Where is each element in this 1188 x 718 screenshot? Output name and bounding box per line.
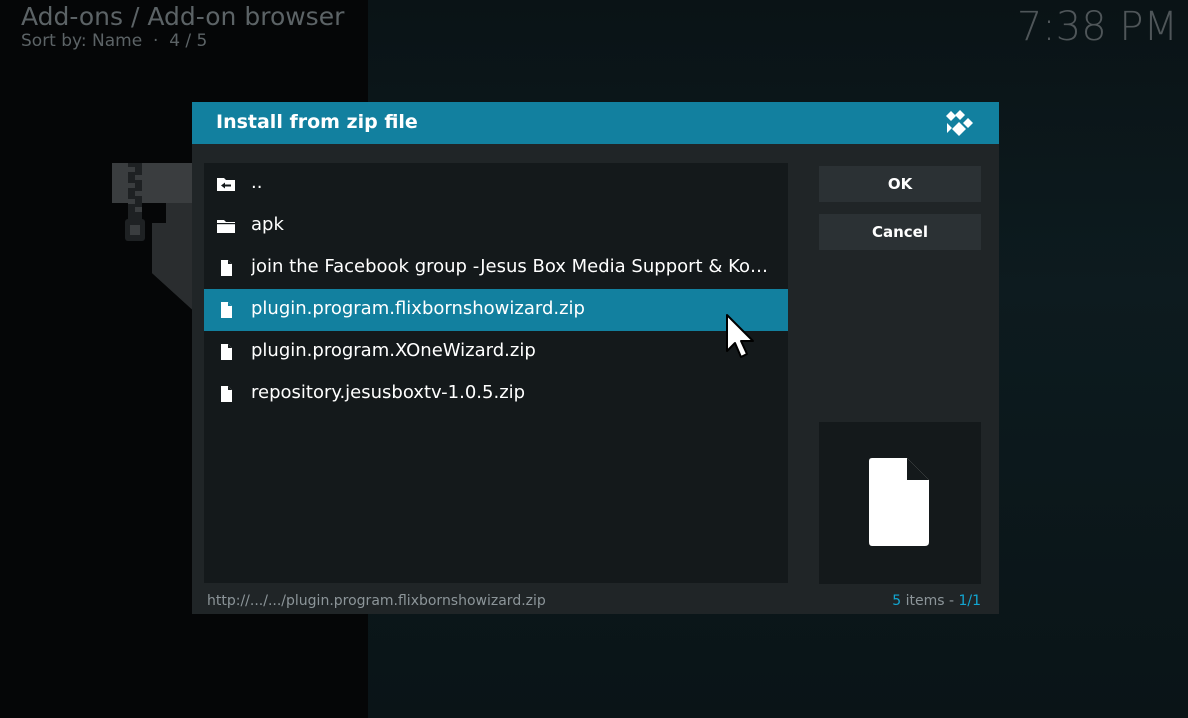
file-icon — [221, 302, 232, 318]
list-item-flixborn[interactable]: plugin.program.flixbornshowizard.zip — [204, 289, 788, 331]
page-title: Add-ons / Add-on browser — [21, 2, 345, 31]
list-item-label: plugin.program.XOneWizard.zip — [251, 340, 536, 361]
sort-label: Sort by: Name — [21, 31, 143, 51]
mouse-cursor-icon — [726, 314, 754, 358]
list-item-label: .. — [251, 172, 263, 193]
ok-button[interactable]: OK — [819, 166, 981, 202]
cancel-button[interactable]: Cancel — [819, 214, 981, 250]
list-item-apk[interactable]: apk — [204, 205, 788, 247]
list-item-facebook[interactable]: join the Facebook group -Jesus Box Media… — [204, 247, 788, 289]
folder-icon — [217, 220, 235, 233]
list-item-parent[interactable]: .. — [204, 163, 788, 205]
dialog-header: Install from zip file — [192, 102, 999, 144]
list-item-repository[interactable]: repository.jesusboxtv-1.0.5.zip — [204, 373, 788, 415]
list-item-label: repository.jesusboxtv-1.0.5.zip — [251, 382, 526, 403]
file-icon — [221, 344, 232, 360]
file-list: .. apk join the Facebook group -Jesus Bo… — [204, 163, 788, 583]
file-preview-icon — [869, 458, 929, 546]
file-icon — [221, 386, 232, 402]
page-indicator: 1/1 — [958, 593, 981, 609]
list-item-label: join the Facebook group -Jesus Box Media… — [251, 256, 768, 277]
list-item-xone[interactable]: plugin.program.XOneWizard.zip — [204, 331, 788, 373]
clock: 7:38 PM — [1016, 4, 1178, 50]
item-count: 5 — [892, 593, 902, 609]
items-label: items - — [901, 593, 959, 609]
zip-install-icon — [112, 163, 196, 313]
item-position: 4 / 5 — [169, 31, 208, 51]
file-preview — [819, 422, 981, 584]
dialog-title: Install from zip file — [216, 111, 418, 133]
folder-back-icon — [217, 178, 235, 191]
sort-separator: · — [152, 31, 159, 51]
install-zip-dialog: Install from zip file .. apk join the Fa… — [192, 102, 999, 614]
list-item-label: plugin.program.flixbornshowizard.zip — [251, 298, 585, 319]
list-item-label: apk — [251, 214, 284, 235]
file-icon — [221, 260, 232, 276]
sort-info: Sort by: Name · 4 / 5 — [21, 31, 207, 51]
kodi-logo-icon — [946, 110, 973, 136]
item-counter: 5 items - 1/1 — [892, 593, 981, 609]
selected-path: http://.../.../plugin.program.flixbornsh… — [207, 593, 546, 609]
